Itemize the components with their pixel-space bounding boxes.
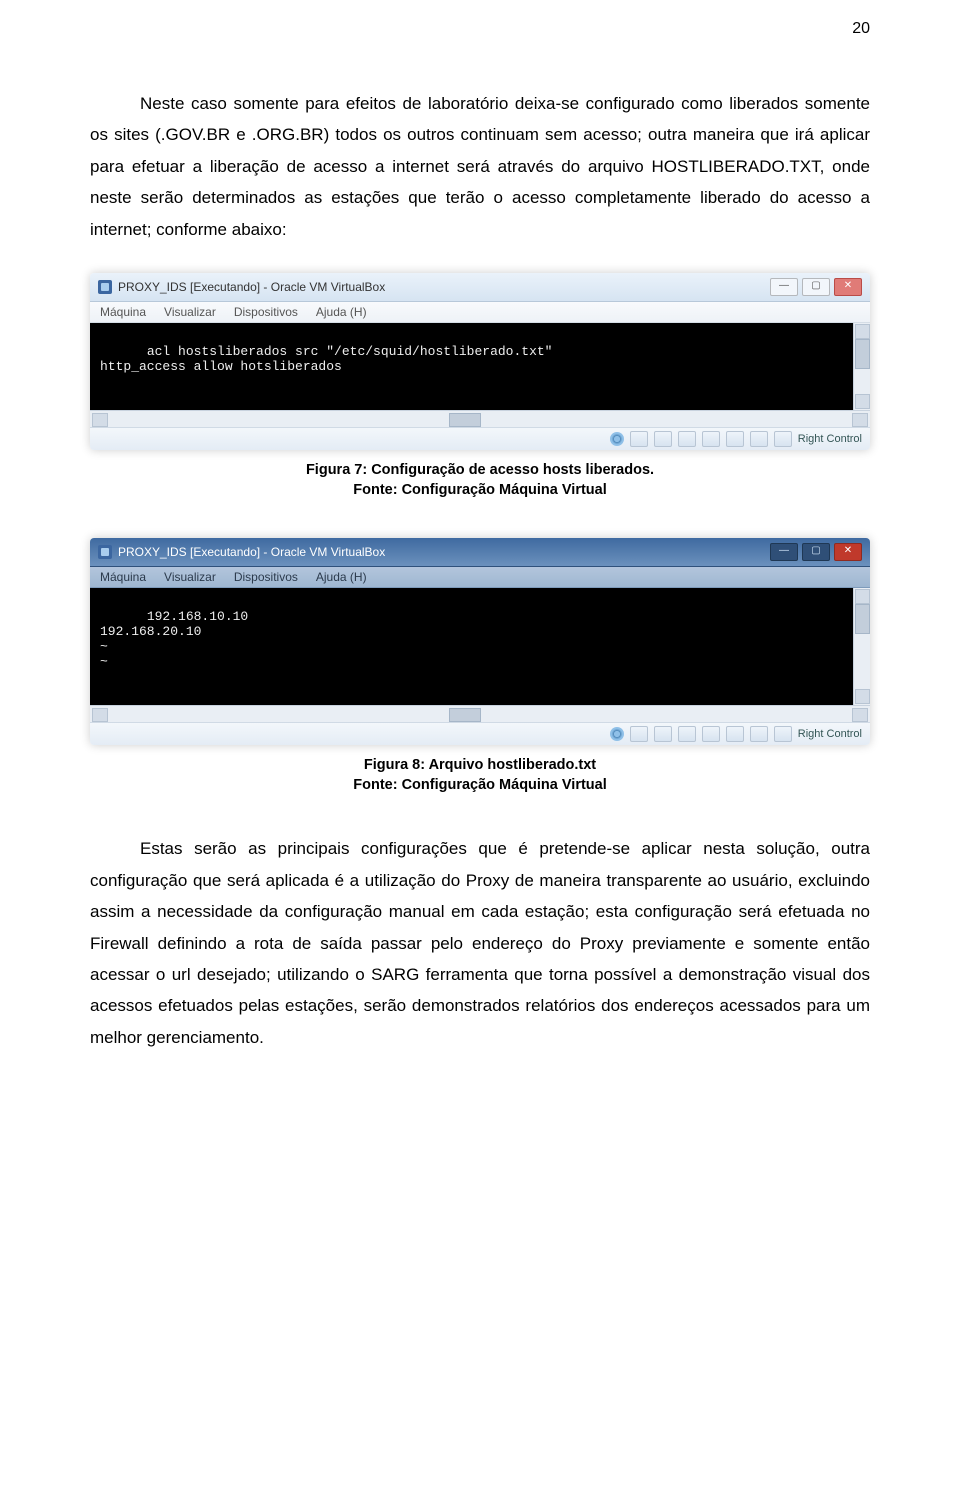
minimize-button[interactable]: — (770, 543, 798, 561)
figure-7-caption: Figura 7: Configuração de acesso hosts l… (90, 462, 870, 478)
menu-item-help[interactable]: Ajuda (H) (316, 570, 367, 584)
terminal-output: 192.168.10.10 192.168.20.10 ~ ~ (90, 588, 870, 705)
figure-8-source: Fonte: Configuração Máquina Virtual (90, 777, 870, 793)
page-number: 20 (852, 20, 870, 38)
vertical-scrollbar[interactable] (853, 588, 870, 705)
disk-icon (610, 432, 624, 446)
status-icon (750, 431, 768, 447)
figure-8-screenshot: PROXY_IDS [Executando] - Oracle VM Virtu… (90, 538, 870, 745)
host-key-label: Right Control (798, 728, 862, 740)
horizontal-scrollbar[interactable] (90, 705, 870, 722)
minimize-button[interactable]: — (770, 278, 798, 296)
menu-item-machine[interactable]: Máquina (100, 570, 146, 584)
status-icon (678, 726, 696, 742)
window-menubar: Máquina Visualizar Dispositivos Ajuda (H… (90, 567, 870, 588)
menu-item-devices[interactable]: Dispositivos (234, 305, 298, 319)
paragraph-1: Neste caso somente para efeitos de labor… (90, 88, 870, 245)
status-icon (702, 726, 720, 742)
close-button[interactable]: ✕ (834, 543, 862, 561)
menu-item-help[interactable]: Ajuda (H) (316, 305, 367, 319)
maximize-button[interactable]: ▢ (802, 543, 830, 561)
disk-icon (610, 727, 624, 741)
menu-item-view[interactable]: Visualizar (164, 305, 216, 319)
menu-item-machine[interactable]: Máquina (100, 305, 146, 319)
maximize-button[interactable]: ▢ (802, 278, 830, 296)
window-title: PROXY_IDS [Executando] - Oracle VM Virtu… (118, 280, 385, 294)
virtualbox-icon (98, 280, 112, 294)
figure-7-screenshot: PROXY_IDS [Executando] - Oracle VM Virtu… (90, 273, 870, 450)
status-icon (702, 431, 720, 447)
figure-8-caption: Figura 8: Arquivo hostliberado.txt (90, 757, 870, 773)
status-icon (630, 726, 648, 742)
status-icon (774, 431, 792, 447)
paragraph-2: Estas serão as principais configurações … (90, 833, 870, 1053)
menu-item-view[interactable]: Visualizar (164, 570, 216, 584)
window-menubar: Máquina Visualizar Dispositivos Ajuda (H… (90, 302, 870, 323)
status-icon (726, 726, 744, 742)
window-statusbar: Right Control (90, 722, 870, 745)
status-icon (774, 726, 792, 742)
window-title: PROXY_IDS [Executando] - Oracle VM Virtu… (118, 545, 385, 559)
window-statusbar: Right Control (90, 427, 870, 450)
status-icon (654, 726, 672, 742)
window-titlebar: PROXY_IDS [Executando] - Oracle VM Virtu… (90, 273, 870, 302)
status-icon (630, 431, 648, 447)
status-icon (654, 431, 672, 447)
virtualbox-icon (98, 545, 112, 559)
horizontal-scrollbar[interactable] (90, 410, 870, 427)
vertical-scrollbar[interactable] (853, 323, 870, 410)
status-icon (726, 431, 744, 447)
status-icon (750, 726, 768, 742)
window-titlebar: PROXY_IDS [Executando] - Oracle VM Virtu… (90, 538, 870, 567)
terminal-output: acl hostsliberados src "/etc/squid/hostl… (90, 323, 870, 410)
status-icon (678, 431, 696, 447)
close-button[interactable]: ✕ (834, 278, 862, 296)
host-key-label: Right Control (798, 433, 862, 445)
figure-7-source: Fonte: Configuração Máquina Virtual (90, 482, 870, 498)
menu-item-devices[interactable]: Dispositivos (234, 570, 298, 584)
